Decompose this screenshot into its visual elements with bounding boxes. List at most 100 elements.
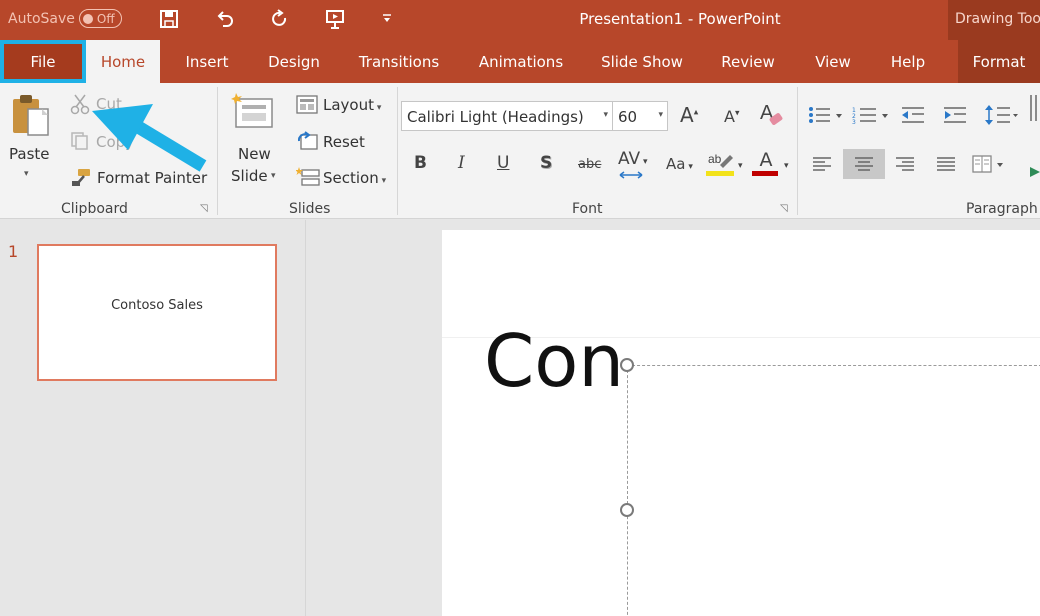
tab-help[interactable]: Help <box>880 40 936 83</box>
resize-handle-middle-left[interactable] <box>620 503 634 517</box>
justify-icon[interactable] <box>926 149 966 179</box>
cut-button[interactable]: Cut <box>96 95 122 113</box>
title-placeholder[interactable] <box>627 365 1040 616</box>
autosave-toggle[interactable]: Off <box>78 9 122 28</box>
font-color-swatch <box>752 171 778 176</box>
shadow-button[interactable]: S <box>540 153 552 173</box>
slide-number: 1 <box>8 242 19 261</box>
font-name-combo[interactable]: Calibri Light (Headings) ▾ <box>401 101 613 131</box>
drawing-tools-label: Drawing Tools <box>948 0 1040 40</box>
clipboard-group-label: Clipboard <box>61 201 128 217</box>
paste-button[interactable]: Paste <box>9 145 50 163</box>
slide-editor <box>307 220 1040 616</box>
tab-insert[interactable]: Insert <box>176 40 238 83</box>
slides-group-label: Slides <box>289 201 331 217</box>
increase-indent-icon[interactable] <box>942 105 968 129</box>
tab-view[interactable]: View <box>806 40 860 83</box>
copy-icon <box>70 131 90 155</box>
layout-label: Layout <box>323 96 374 114</box>
ribbon: Paste ▾ Cut Copy Format Painter Clipboar… <box>0 83 1040 219</box>
paragraph-group-label: Paragraph <box>966 201 1038 217</box>
format-painter-icon <box>70 167 92 191</box>
align-right-icon[interactable] <box>885 149 925 179</box>
customize-qat-icon[interactable] <box>374 6 400 32</box>
highlight-dropdown-icon[interactable]: ▾ <box>738 161 743 171</box>
italic-button[interactable]: I <box>458 153 465 173</box>
tab-transitions[interactable]: Transitions <box>350 40 448 83</box>
font-color-label: A <box>759 149 773 171</box>
character-spacing-button[interactable]: AV ▾ <box>618 149 648 179</box>
layout-button[interactable]: Layout ▾ <box>323 96 381 114</box>
title-bar: AutoSave Off Presentation1 - PowerPoint … <box>0 0 1040 40</box>
font-group-label: Font <box>572 201 603 217</box>
copy-button[interactable]: Copy <box>96 133 134 151</box>
decrease-indent-icon[interactable] <box>900 105 926 129</box>
text-direction-icon[interactable] <box>1029 93 1039 127</box>
new-slide-icon[interactable] <box>230 91 276 135</box>
redo-icon[interactable] <box>267 6 293 32</box>
clipboard-launcher-icon[interactable]: ◹ <box>200 203 208 214</box>
layout-icon <box>296 95 318 119</box>
tab-review[interactable]: Review <box>710 40 786 83</box>
tab-animations[interactable]: Animations <box>468 40 574 83</box>
tab-home[interactable]: Home <box>86 40 160 83</box>
cut-icon <box>70 93 92 119</box>
align-center-icon[interactable] <box>843 149 885 179</box>
slide[interactable] <box>442 230 1040 616</box>
window-title: Presentation1 - PowerPoint <box>579 10 781 28</box>
format-painter-button[interactable]: Format Painter <box>97 169 207 187</box>
shrink-font-button[interactable]: A▾ <box>724 107 739 126</box>
bold-button[interactable]: B <box>414 153 427 173</box>
line-spacing-icon[interactable] <box>984 103 1018 131</box>
clear-formatting-icon[interactable]: A <box>758 101 784 134</box>
autosave[interactable]: AutoSave Off <box>8 9 122 28</box>
save-icon[interactable] <box>156 6 182 32</box>
svg-text:3: 3 <box>852 119 856 125</box>
new-slide-label-2[interactable]: Slide <box>231 167 268 185</box>
change-case-label: Aa <box>666 155 686 173</box>
strikethrough-button[interactable]: abc <box>578 157 601 172</box>
group-separator <box>397 87 398 215</box>
align-left-icon[interactable] <box>802 149 842 179</box>
thumbnail-title: Contoso Sales <box>111 298 203 313</box>
section-label: Section <box>323 169 379 187</box>
paste-dropdown-icon[interactable]: ▾ <box>24 169 29 179</box>
new-slide-label-1[interactable]: New <box>238 145 271 163</box>
autosave-label: AutoSave <box>8 10 75 27</box>
bullets-icon[interactable] <box>808 105 842 129</box>
tab-slide-show[interactable]: Slide Show <box>594 40 690 83</box>
grow-font-label: A <box>680 103 694 127</box>
section-icon <box>295 167 320 191</box>
reset-icon <box>296 131 318 155</box>
slide-title-text[interactable]: Con <box>484 321 624 401</box>
grow-font-button[interactable]: A▴ <box>680 103 698 127</box>
reset-button[interactable]: Reset <box>323 133 365 151</box>
group-separator <box>797 87 798 215</box>
font-size-dropdown-icon[interactable]: ▾ <box>658 110 663 120</box>
undo-icon[interactable] <box>212 6 238 32</box>
numbering-icon[interactable]: 123 <box>852 105 888 129</box>
change-case-button[interactable]: Aa ▾ <box>666 155 693 173</box>
tab-design[interactable]: Design <box>258 40 330 83</box>
svg-text:ab: ab <box>708 152 722 166</box>
start-slideshow-icon[interactable] <box>322 6 348 32</box>
tab-format[interactable]: Format <box>958 40 1040 83</box>
font-color-button[interactable]: A <box>752 149 778 176</box>
smartart-icon[interactable] <box>1030 165 1040 183</box>
shrink-font-label: A <box>724 107 735 126</box>
slide-thumbnail[interactable]: Contoso Sales <box>37 244 277 381</box>
columns-icon[interactable] <box>968 149 1008 179</box>
section-button[interactable]: Section ▾ <box>323 169 386 187</box>
slide-thumbnails-pane: 1 Contoso Sales <box>0 220 306 616</box>
character-spacing-label: AV <box>618 149 641 169</box>
new-slide-dropdown-icon[interactable]: ▾ <box>271 171 276 181</box>
tab-file[interactable]: File <box>0 40 86 83</box>
underline-button[interactable]: U <box>497 153 509 173</box>
font-color-dropdown-icon[interactable]: ▾ <box>784 161 789 171</box>
font-launcher-icon[interactable]: ◹ <box>780 203 788 214</box>
highlight-color-button[interactable]: ab <box>706 149 736 184</box>
font-size-combo[interactable]: 60 ▾ <box>612 101 668 131</box>
font-size-value: 60 <box>618 108 638 126</box>
paste-icon[interactable] <box>10 91 52 141</box>
font-name-dropdown-icon[interactable]: ▾ <box>603 110 608 120</box>
